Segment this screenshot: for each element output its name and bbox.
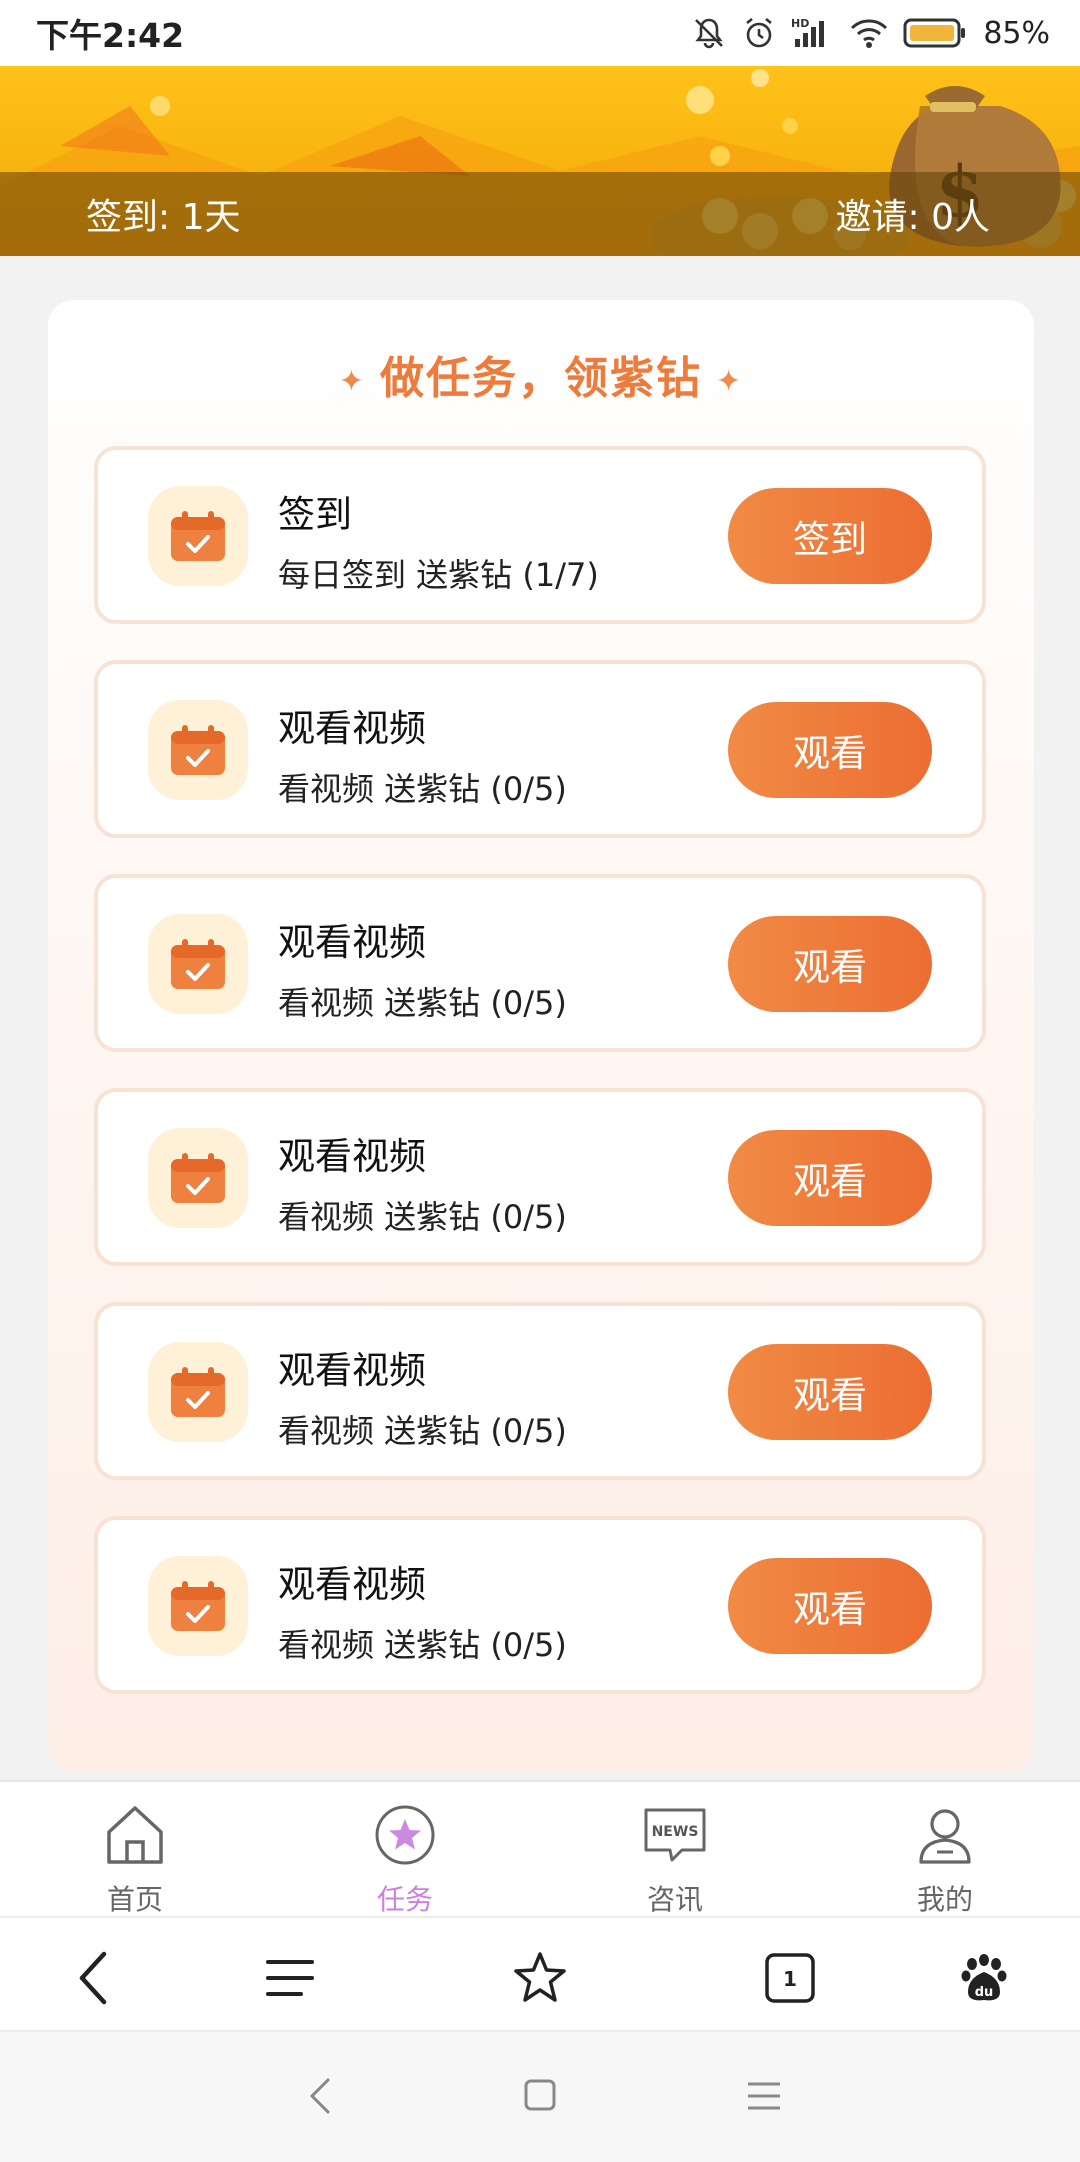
star-badge-icon xyxy=(373,1802,437,1872)
task-item-video: 观看视频 看视频 送紫钻 (0/5) 观看 xyxy=(94,660,986,838)
status-bar: 下午2:42 HD 85% xyxy=(0,0,1080,66)
wifi-icon xyxy=(849,16,889,50)
banner-stats: 签到: 1天 邀请: 0人 xyxy=(0,172,1080,256)
task-card: ✦ 做任务，领紫钻 ✦ 签到 每日签到 送紫钻 (1/7) 签到 观看视频 看视频 … xyxy=(48,300,1034,1772)
nav-label: 咨讯 xyxy=(646,1883,703,1916)
watch-button[interactable]: 观看 xyxy=(728,1344,932,1440)
task-desc: 看视频 送紫钻 (0/5) xyxy=(278,1626,567,1664)
nav-label: 首页 xyxy=(106,1883,163,1916)
battery-percent: 85% xyxy=(983,15,1050,51)
back-icon[interactable] xyxy=(64,1948,124,2008)
task-title: 观看视频 xyxy=(278,1563,426,1606)
watch-button[interactable]: 观看 xyxy=(728,1558,932,1654)
task-desc: 看视频 送紫钻 (0/5) xyxy=(278,984,567,1022)
task-title: 观看视频 xyxy=(278,1349,426,1392)
hd-signal-icon: HD xyxy=(791,15,835,51)
tabs-icon[interactable]: 1 xyxy=(760,1948,820,2008)
nav-item-news[interactable]: NEWS 咨讯 xyxy=(540,1782,810,1918)
browser-toolbar: 1 du xyxy=(0,1916,1080,2032)
task-desc: 看视频 送紫钻 (0/5) xyxy=(278,1412,567,1450)
calendar-icon xyxy=(148,486,248,586)
status-time: 下午2:42 xyxy=(36,16,185,55)
task-heading-text: 做任务，领紫钻 xyxy=(380,353,702,404)
task-item-video: 观看视频 看视频 送紫钻 (0/5) 观看 xyxy=(94,874,986,1052)
nav-label: 我的 xyxy=(916,1883,973,1916)
task-title: 观看视频 xyxy=(278,921,426,964)
home-icon xyxy=(103,1802,167,1872)
task-item-video: 观看视频 看视频 送紫钻 (0/5) 观看 xyxy=(94,1516,986,1694)
invite-count: 邀请: 0人 xyxy=(835,197,990,238)
status-icons: HD 85% xyxy=(691,15,1050,51)
calendar-icon xyxy=(148,1128,248,1228)
task-item-video: 观看视频 看视频 送紫钻 (0/5) 观看 xyxy=(94,1302,986,1480)
sparkle-icon: ✦ xyxy=(338,363,366,399)
calendar-icon xyxy=(148,914,248,1014)
task-desc: 每日签到 送紫钻 (1/7) xyxy=(278,556,599,594)
watch-button[interactable]: 观看 xyxy=(728,702,932,798)
calendar-icon xyxy=(148,700,248,800)
calendar-icon xyxy=(148,1342,248,1442)
task-title: 观看视频 xyxy=(278,707,426,750)
task-title: 观看视频 xyxy=(278,1135,426,1178)
svg-text:HD: HD xyxy=(791,17,809,30)
task-desc: 看视频 送紫钻 (0/5) xyxy=(278,1198,567,1236)
calendar-icon xyxy=(148,1556,248,1656)
nav-label: 任务 xyxy=(376,1883,433,1916)
nav-item-home[interactable]: 首页 xyxy=(0,1782,270,1918)
favorite-star-icon[interactable] xyxy=(510,1948,570,2008)
checkin-days: 签到: 1天 xyxy=(86,197,241,238)
task-item-checkin: 签到 每日签到 送紫钻 (1/7) 签到 xyxy=(94,446,986,624)
header-banner: $ 签到: 1天 邀请: 0人 xyxy=(0,66,1080,256)
nav-item-me[interactable]: 我的 xyxy=(810,1782,1080,1918)
tab-count: 1 xyxy=(783,1967,797,1991)
nav-back-icon[interactable] xyxy=(300,2074,340,2122)
task-desc: 看视频 送紫钻 (0/5) xyxy=(278,770,567,808)
user-icon xyxy=(913,1802,977,1872)
sparkle-icon: ✦ xyxy=(716,363,744,399)
nav-item-tasks[interactable]: 任务 xyxy=(270,1782,540,1918)
mute-icon xyxy=(691,15,727,51)
battery-icon xyxy=(903,17,967,49)
nav-recents-icon[interactable] xyxy=(744,2074,784,2122)
watch-button[interactable]: 观看 xyxy=(728,916,932,1012)
task-title: 签到 xyxy=(278,493,352,536)
alarm-icon xyxy=(741,15,777,51)
news-icon: NEWS xyxy=(642,1802,708,1872)
baidu-paw-icon[interactable]: du xyxy=(954,1948,1014,2008)
task-item-video: 观看视频 看视频 送紫钻 (0/5) 观看 xyxy=(94,1088,986,1266)
app-bottom-nav: 首页 任务 NEWS 咨讯 我的 xyxy=(0,1780,1080,1918)
system-nav-bar xyxy=(0,2030,1080,2162)
nav-home-icon[interactable] xyxy=(520,2074,560,2122)
checkin-button[interactable]: 签到 xyxy=(728,488,932,584)
svg-text:du: du xyxy=(975,1985,994,2000)
task-heading: ✦ 做任务，领紫钻 ✦ xyxy=(48,342,1034,406)
watch-button[interactable]: 观看 xyxy=(728,1130,932,1226)
news-badge-text: NEWS xyxy=(652,1824,699,1840)
menu-icon[interactable] xyxy=(260,1948,320,2008)
